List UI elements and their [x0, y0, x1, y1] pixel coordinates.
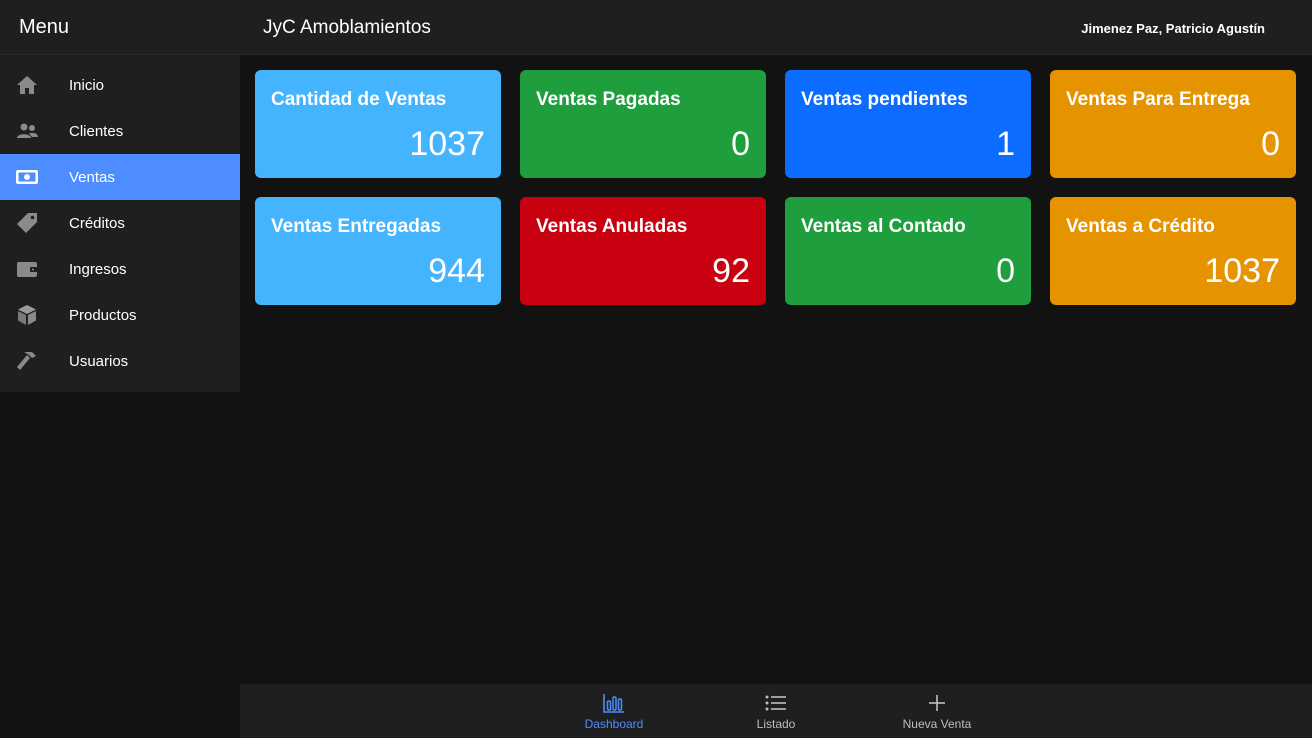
card-value: 0 — [731, 125, 750, 163]
users-icon — [15, 119, 39, 143]
card-title: Ventas Anuladas — [536, 216, 688, 237]
card-title: Ventas Para Entrega — [1066, 89, 1250, 110]
card-value: 944 — [428, 252, 485, 290]
card-title: Ventas al Contado — [801, 216, 966, 237]
tab-label: Dashboard — [584, 717, 644, 731]
sidebar-item-label: Clientes — [69, 122, 124, 140]
tab-nueva-venta[interactable]: Nueva Venta — [887, 684, 987, 738]
home-icon — [15, 73, 39, 97]
tab-listado[interactable]: Listado — [726, 684, 826, 738]
card-ventas-entregadas[interactable]: Ventas Entregadas 944 — [255, 197, 501, 305]
card-cantidad-ventas[interactable]: Cantidad de Ventas 1037 — [255, 70, 501, 178]
sidebar-item-usuarios[interactable]: Usuarios — [0, 338, 240, 384]
app: Menu Inicio Clientes Ventas Créditos Ing… — [0, 0, 1312, 738]
card-title: Ventas pendientes — [801, 89, 968, 110]
sidebar: Menu Inicio Clientes Ventas Créditos Ing… — [0, 0, 240, 738]
plus-icon — [928, 692, 946, 714]
card-value: 0 — [996, 252, 1015, 290]
sidebar-item-label: Créditos — [69, 214, 125, 232]
user-name[interactable]: Jimenez Paz, Patricio Agustín — [1081, 21, 1265, 36]
sidebar-item-inicio[interactable]: Inicio — [0, 62, 240, 108]
sidebar-title: Menu — [0, 0, 240, 55]
sidebar-item-clientes[interactable]: Clientes — [0, 108, 240, 154]
box-icon — [15, 303, 39, 327]
card-ventas-al-contado[interactable]: Ventas al Contado 0 — [785, 197, 1031, 305]
wallet-icon — [15, 257, 39, 281]
card-value: 1 — [996, 125, 1015, 163]
card-ventas-pagadas[interactable]: Ventas Pagadas 0 — [520, 70, 766, 178]
card-value: 0 — [1261, 125, 1280, 163]
card-title: Cantidad de Ventas — [271, 89, 447, 110]
sidebar-item-label: Ventas — [69, 168, 115, 186]
tab-dashboard[interactable]: Dashboard — [564, 684, 664, 738]
dashboard-cards: Cantidad de Ventas 1037 Ventas Pagadas 0… — [255, 70, 1297, 305]
sidebar-item-productos[interactable]: Productos — [0, 292, 240, 338]
list-icon — [765, 692, 787, 714]
card-value: 92 — [712, 252, 750, 290]
sidebar-item-label: Ingresos — [69, 260, 127, 278]
bar-chart-icon — [603, 692, 625, 714]
card-title: Ventas Entregadas — [271, 216, 442, 237]
card-value: 1037 — [409, 125, 485, 163]
sidebar-item-label: Inicio — [69, 76, 105, 94]
sidebar-menu: Inicio Clientes Ventas Créditos Ingresos… — [0, 55, 240, 392]
card-value: 1037 — [1204, 252, 1280, 290]
tab-label: Nueva Venta — [902, 717, 972, 731]
sidebar-item-ingresos[interactable]: Ingresos — [0, 246, 240, 292]
money-icon — [15, 165, 39, 189]
sidebar-item-label: Usuarios — [69, 352, 129, 370]
sidebar-item-creditos[interactable]: Créditos — [0, 200, 240, 246]
sidebar-item-ventas[interactable]: Ventas — [0, 154, 240, 200]
bottom-nav: Dashboard Listado Nueva Venta — [240, 684, 1312, 738]
tab-label: Listado — [756, 717, 796, 731]
tag-icon — [15, 211, 39, 235]
top-bar: JyC Amoblamientos Jimenez Paz, Patricio … — [240, 0, 1312, 55]
card-title: Ventas a Crédito — [1066, 216, 1215, 237]
card-ventas-para-entrega[interactable]: Ventas Para Entrega 0 — [1050, 70, 1296, 178]
card-ventas-a-credito[interactable]: Ventas a Crédito 1037 — [1050, 197, 1296, 305]
app-title: JyC Amoblamientos — [263, 17, 431, 38]
card-ventas-anuladas[interactable]: Ventas Anuladas 92 — [520, 197, 766, 305]
card-title: Ventas Pagadas — [536, 89, 681, 110]
card-ventas-pendientes[interactable]: Ventas pendientes 1 — [785, 70, 1031, 178]
sidebar-item-label: Productos — [69, 306, 137, 324]
hammer-icon — [15, 349, 39, 373]
